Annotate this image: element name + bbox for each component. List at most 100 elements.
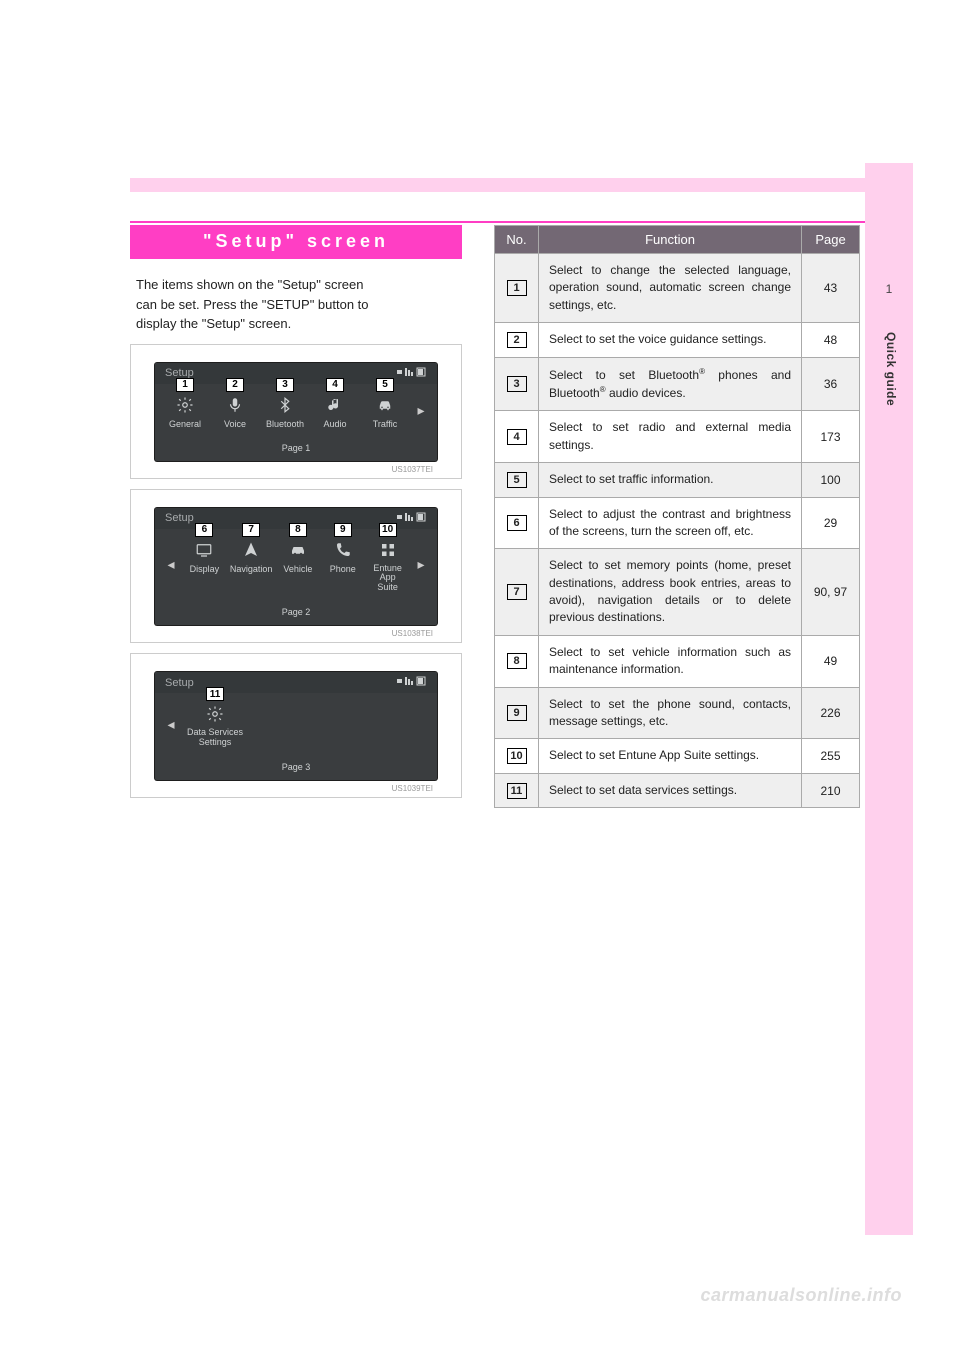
- setup-item-display[interactable]: 6 Display: [185, 535, 224, 596]
- phone-icon: [332, 539, 354, 561]
- function-table: No. Function Page 1 Select to change the…: [494, 225, 860, 808]
- row-page: 49: [802, 635, 860, 687]
- row-page: 226: [802, 687, 860, 739]
- callout-box: 10: [379, 523, 397, 537]
- intro-line: can be set. Press the "SETUP" button to: [136, 295, 456, 315]
- row-no: 5: [507, 472, 527, 488]
- setup-item-label: Display: [190, 564, 220, 574]
- table-header-function: Function: [539, 226, 802, 254]
- screenshot-panel: Setup ◂ 11 Data Services Settings Page 3: [130, 653, 462, 798]
- row-page: 36: [802, 357, 860, 411]
- intro-text: The items shown on the "Setup" screen ca…: [130, 275, 462, 334]
- callout-box: 3: [276, 378, 294, 392]
- table-row: 1 Select to change the selected language…: [495, 254, 860, 323]
- setup-title-bar: Setup: [155, 672, 437, 693]
- setup-item-label: Audio: [323, 419, 346, 429]
- row-page: 29: [802, 497, 860, 549]
- setup-item-vehicle[interactable]: 8 Vehicle: [278, 535, 317, 596]
- setup-heading: "Setup" screen: [130, 225, 462, 259]
- row-page: 90, 97: [802, 549, 860, 636]
- section-tab-number: 1: [865, 282, 913, 296]
- table-header-page: Page: [802, 226, 860, 254]
- table-row: 3 Select to set Bluetooth® phones and Bl…: [495, 357, 860, 411]
- table-row: 10 Select to set Entune App Suite settin…: [495, 739, 860, 773]
- row-no: 7: [507, 584, 527, 600]
- setup-item-label: Vehicle: [283, 564, 312, 574]
- callout-box: 7: [242, 523, 260, 537]
- row-no: 11: [507, 783, 527, 799]
- setup-item-phone[interactable]: 9 Phone: [323, 535, 362, 596]
- left-column: "Setup" screen The items shown on the "S…: [130, 225, 462, 808]
- setup-window: Setup ◂ 6 Display 7 Navigation: [155, 508, 437, 626]
- setup-item-bluetooth[interactable]: 3 Bluetooth: [263, 390, 307, 431]
- callout-box: 4: [326, 378, 344, 392]
- setup-window: Setup ◂ 11 Data Services Settings Page 3: [155, 672, 437, 780]
- row-no: 6: [507, 515, 527, 531]
- setup-item-voice[interactable]: 2 Voice: [213, 390, 257, 431]
- callout-box: 6: [195, 523, 213, 537]
- music-note-icon: [324, 394, 346, 416]
- screenshot-panel: Setup ◂ 6 Display 7 Navigation: [130, 489, 462, 644]
- page-prev-arrow[interactable]: ◂: [163, 535, 179, 596]
- callout-box: 8: [289, 523, 307, 537]
- callout-box: 11: [206, 687, 224, 701]
- row-page: 48: [802, 323, 860, 357]
- page-prev-arrow[interactable]: ◂: [163, 699, 179, 750]
- callout-box: 1: [176, 378, 194, 392]
- table-row: 5 Select to set traffic information. 100: [495, 463, 860, 497]
- setup-item-general[interactable]: 1 General: [163, 390, 207, 431]
- setup-item-data-services[interactable]: 11 Data Services Settings: [185, 699, 245, 750]
- setup-pager: Page 3: [155, 756, 437, 780]
- page-next-arrow[interactable]: ▸: [413, 390, 429, 431]
- setup-item-traffic[interactable]: 5 Traffic: [363, 390, 407, 431]
- screenshot-panel: Setup 1 General 2 Voice: [130, 344, 462, 479]
- intro-line: display the "Setup" screen.: [136, 314, 456, 334]
- setup-item-label: Bluetooth: [266, 419, 304, 429]
- row-function: Select to set vehicle information such a…: [539, 635, 802, 687]
- setup-item-label: Navigation: [230, 564, 273, 574]
- row-no: 10: [507, 748, 527, 764]
- watermark: carmanualsonline.info: [700, 1285, 902, 1306]
- intro-line: The items shown on the "Setup" screen: [136, 275, 456, 295]
- setup-item-navigation[interactable]: 7 Navigation: [230, 535, 273, 596]
- table-row: 2 Select to set the voice guidance setti…: [495, 323, 860, 357]
- navigation-icon: [240, 539, 262, 561]
- setup-items-row: 1 General 2 Voice 3 Bluetooth: [155, 384, 437, 437]
- image-code: US1037TEI: [155, 461, 437, 474]
- row-function: Select to set radio and external media s…: [539, 411, 802, 463]
- row-function: Select to set traffic information.: [539, 463, 802, 497]
- header-band: [130, 178, 880, 192]
- callout-box: 5: [376, 378, 394, 392]
- callout-box: 2: [226, 378, 244, 392]
- setup-item-label: Phone: [330, 564, 356, 574]
- row-no: 2: [507, 332, 527, 348]
- image-code: US1038TEI: [155, 625, 437, 638]
- status-icons: [397, 676, 427, 689]
- mic-icon: [224, 394, 246, 416]
- row-page: 255: [802, 739, 860, 773]
- table-row: 6 Select to adjust the contrast and brig…: [495, 497, 860, 549]
- row-no: 1: [507, 280, 527, 296]
- setup-items-row: ◂ 6 Display 7 Navigation 8 Vehicle: [155, 529, 437, 602]
- row-function: Select to set the voice guidance setting…: [539, 323, 802, 357]
- vehicle-icon: [287, 539, 309, 561]
- row-function: Select to change the selected language, …: [539, 254, 802, 323]
- right-column: No. Function Page 1 Select to change the…: [494, 225, 860, 808]
- table-row: 4 Select to set radio and external media…: [495, 411, 860, 463]
- table-header-no: No.: [495, 226, 539, 254]
- callout-box: 9: [334, 523, 352, 537]
- setup-title: Setup: [165, 512, 194, 524]
- row-function: Select to set memory points (home, prese…: [539, 549, 802, 636]
- status-icons: [397, 367, 427, 380]
- status-icons: [397, 512, 427, 525]
- setup-item-label: Voice: [224, 419, 246, 429]
- row-page: 100: [802, 463, 860, 497]
- page-next-arrow[interactable]: ▸: [413, 535, 429, 596]
- section-tab: [865, 163, 913, 1235]
- row-no: 4: [507, 429, 527, 445]
- row-function: Select to set the phone sound, contacts,…: [539, 687, 802, 739]
- setup-item-audio[interactable]: 4 Audio: [313, 390, 357, 431]
- setup-item-label: Traffic: [373, 419, 398, 429]
- setup-item-entune[interactable]: 10 Entune App Suite: [368, 535, 407, 596]
- row-page: 173: [802, 411, 860, 463]
